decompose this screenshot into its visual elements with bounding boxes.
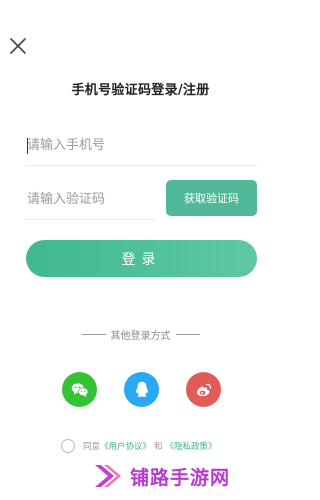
- qq-icon: [135, 381, 148, 397]
- code-field[interactable]: [26, 180, 156, 220]
- divider-line-left: [81, 334, 106, 335]
- page-title: 手机号验证码登录/注册: [71, 83, 210, 98]
- watermark: 铺路手游网: [92, 458, 274, 494]
- weibo-login-button[interactable]: [186, 372, 221, 407]
- agree-and: 和: [154, 442, 163, 452]
- divider-line-right: [175, 334, 200, 335]
- code-input[interactable]: [26, 180, 156, 219]
- phone-field[interactable]: [26, 126, 257, 166]
- text-cursor: [27, 138, 28, 154]
- other-login-divider: 其他登录方式: [0, 327, 281, 342]
- other-login-label: 其他登录方式: [110, 331, 171, 342]
- close-icon: [10, 38, 26, 54]
- close-button[interactable]: [8, 36, 28, 56]
- agree-checkbox[interactable]: [61, 439, 75, 453]
- watermark-text: 铺路手游网: [130, 466, 231, 489]
- watermark-logo-icon: [95, 465, 121, 487]
- wechat-login-button[interactable]: [62, 372, 97, 407]
- login-button[interactable]: 登录: [26, 240, 257, 277]
- wechat-icon: [71, 382, 88, 397]
- agree-prefix: 同意: [83, 442, 101, 452]
- phone-input[interactable]: [26, 126, 257, 165]
- privacy-policy-link[interactable]: 《隐私政策》: [166, 440, 217, 452]
- agreement-row: 同意 《用户协议》 和 《隐私政策》: [61, 438, 217, 454]
- user-agreement-link[interactable]: 《用户协议》: [100, 440, 151, 452]
- qq-login-button[interactable]: [124, 372, 159, 407]
- get-code-button[interactable]: 获取验证码: [166, 180, 257, 216]
- weibo-icon: [196, 383, 211, 396]
